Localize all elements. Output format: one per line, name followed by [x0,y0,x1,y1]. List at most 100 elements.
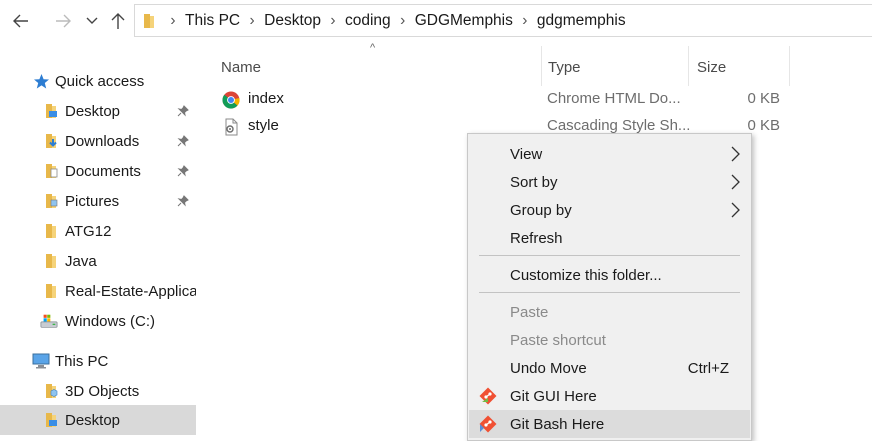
chevron-right-icon[interactable]: › [391,12,415,30]
menu-item-label: Git GUI Here [510,387,597,405]
folder-icon [42,282,60,300]
menu-item-label: Refresh [510,229,563,247]
menu-item-refresh[interactable]: Refresh [469,224,750,252]
menu-separator [479,292,740,293]
sidebar-item-label: Java [65,252,97,270]
forward-button[interactable] [51,8,75,34]
folder-icon [42,222,60,240]
column-header-name[interactable]: Name [221,50,261,84]
sidebar-item-quick-access[interactable]: Quick access [0,66,196,96]
git-gui-icon [479,387,497,405]
file-row-index[interactable]: index Chrome HTML Do... 0 KB [218,86,788,113]
sidebar-item-label: Downloads [65,132,140,150]
file-type: Cascading Style Sh... [547,117,691,134]
arrow-left-icon [13,14,28,28]
chevron-right-icon[interactable]: › [161,12,185,30]
sidebar-item-label: 3D Objects [65,382,140,400]
arrow-up-icon [111,13,125,29]
sidebar-item-documents[interactable]: Documents [0,156,196,186]
column-header-type[interactable]: Type [548,50,581,84]
desktop-folder-icon [42,102,60,120]
file-name: style [248,117,279,134]
sort-ascending-icon: ^ [370,42,376,54]
column-header-size[interactable]: Size [697,50,726,84]
sidebar-item-label: This PC [55,352,109,370]
chevron-right-icon [731,146,740,162]
sidebar-item-downloads[interactable]: Downloads [0,126,196,156]
file-name: index [248,90,284,107]
menu-item-label: Sort by [510,173,558,191]
menu-item-git-bash-here[interactable]: Git Bash Here [469,410,750,438]
sidebar-item-label: Quick access [55,72,145,90]
menu-item-sort-by[interactable]: Sort by [469,168,750,196]
menu-item-label: Undo Move [510,359,587,377]
menu-separator [479,255,740,256]
menu-item-label: Git Bash Here [510,415,605,433]
pin-icon[interactable] [176,194,190,208]
menu-item-undo-move[interactable]: Undo Move Ctrl+Z [469,354,750,382]
pin-icon[interactable] [176,134,190,148]
breadcrumb-gdgmemphis[interactable]: gdgmemphis [537,12,626,30]
sidebar-item-label: Windows (C:) [65,312,156,330]
chevron-down-icon [86,17,98,24]
breadcrumb-desktop[interactable]: Desktop [264,12,321,30]
sidebar-item-real-estate[interactable]: Real-Estate-Applica [0,276,196,306]
sidebar-item-label: Desktop [65,102,121,120]
pin-icon[interactable] [176,104,190,118]
context-menu: View Sort by Group by Refresh Customize … [467,133,752,441]
star-icon [32,72,50,90]
menu-item-view[interactable]: View [469,140,750,168]
computer-icon [32,352,50,370]
chevron-right-icon [731,174,740,190]
column-divider[interactable] [541,46,542,86]
column-divider[interactable] [789,46,790,86]
folder-icon [144,13,154,28]
column-divider[interactable] [688,46,689,86]
file-size: 0 KB [747,117,780,134]
keyboard-shortcut: Ctrl+Z [687,359,729,377]
sidebar-item-label: ATG12 [65,222,112,240]
back-button[interactable] [9,8,33,34]
pin-icon[interactable] [176,164,190,178]
menu-item-paste[interactable]: Paste [469,298,750,326]
sidebar-item-desktop-this-pc[interactable]: Desktop [0,405,196,435]
menu-item-label: Paste [510,303,549,321]
chevron-right-icon[interactable]: › [240,12,264,30]
breadcrumb-gdgmemphis-parent[interactable]: GDGMemphis [415,12,513,30]
menu-item-customize-folder[interactable]: Customize this folder... [469,261,750,289]
sidebar-item-label: Documents [65,162,141,180]
menu-item-group-by[interactable]: Group by [469,196,750,224]
breadcrumb-this-pc[interactable]: This PC [185,12,240,30]
recent-locations-button[interactable] [82,8,102,34]
sidebar-item-label: Real-Estate-Applica [65,282,196,300]
sidebar-item-windows-c[interactable]: Windows (C:) [0,306,196,336]
menu-item-paste-shortcut[interactable]: Paste shortcut [469,326,750,354]
chevron-right-icon[interactable]: › [321,12,345,30]
sidebar-item-this-pc[interactable]: This PC [0,346,196,376]
sidebar-item-label: Pictures [65,192,120,210]
sidebar-item-desktop[interactable]: Desktop [0,96,196,126]
sidebar-item-java[interactable]: Java [0,246,196,276]
file-type: Chrome HTML Do... [547,90,681,107]
sidebar-item-atg12[interactable]: ATG12 [0,216,196,246]
downloads-folder-icon [42,132,60,150]
menu-item-git-gui-here[interactable]: Git GUI Here [469,382,750,410]
breadcrumb-coding[interactable]: coding [345,12,391,30]
menu-item-label: Customize this folder... [510,266,662,284]
sidebar-item-3d-objects[interactable]: 3D Objects [0,376,196,406]
sidebar-item-label: Desktop [65,411,121,429]
chevron-right-icon[interactable]: › [513,12,537,30]
sidebar-item-pictures[interactable]: Pictures [0,186,196,216]
desktop-folder-icon [42,411,60,429]
menu-item-label: View [510,145,543,163]
chevron-right-icon [731,202,740,218]
drive-icon [40,312,58,330]
arrow-right-icon [56,14,71,28]
up-button[interactable] [106,8,130,34]
chrome-icon [222,91,240,109]
file-size: 0 KB [747,90,780,107]
address-path[interactable]: › This PC › Desktop › coding › GDGMemphi… [134,4,872,37]
git-bash-icon [479,415,497,433]
3d-objects-folder-icon [42,382,60,400]
documents-folder-icon [42,162,60,180]
